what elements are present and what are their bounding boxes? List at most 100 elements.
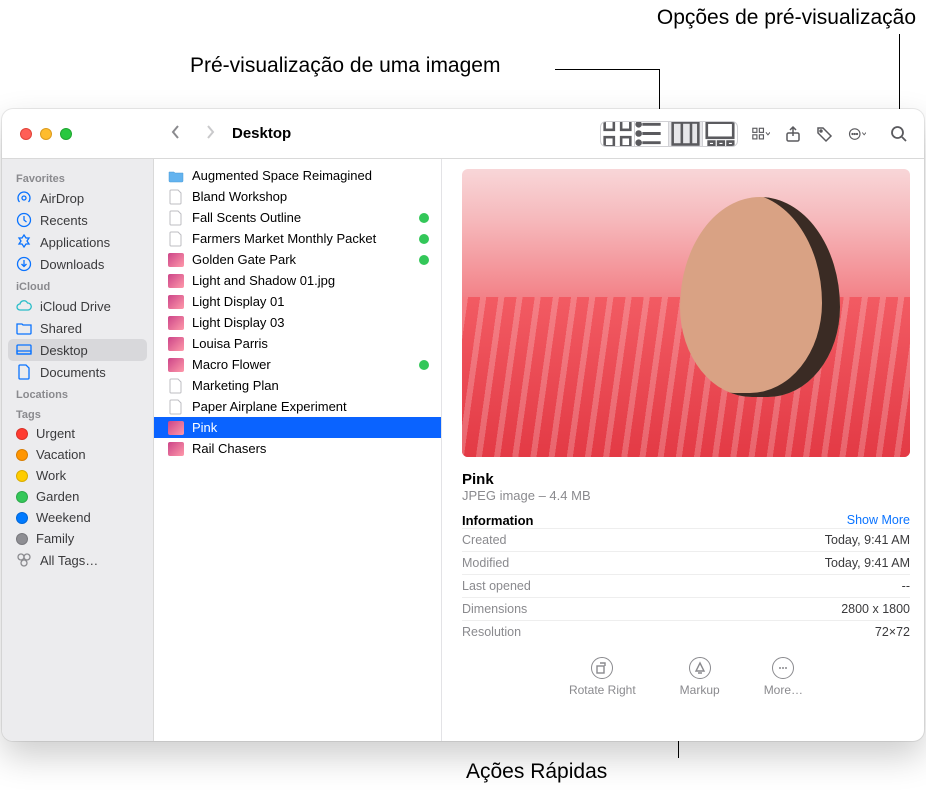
info-value: Today, 9:41 AM	[825, 533, 910, 547]
file-item[interactable]: Pink	[154, 417, 441, 438]
info-key: Dimensions	[462, 602, 527, 616]
sidebar-item-label: iCloud Drive	[40, 299, 111, 314]
file-name: Paper Airplane Experiment	[192, 399, 347, 414]
info-row: Last opened--	[462, 574, 910, 597]
view-columns[interactable]	[669, 122, 703, 146]
cloud-icon	[16, 298, 32, 314]
tag-green-icon	[419, 234, 429, 244]
image-icon	[168, 441, 184, 457]
sidebar-tag-item[interactable]: Urgent	[2, 423, 153, 444]
qa-rotate-right[interactable]: Rotate Right	[569, 657, 636, 697]
close-button[interactable]	[20, 128, 32, 140]
sidebar-item-label: Urgent	[36, 426, 75, 441]
file-name: Rail Chasers	[192, 441, 266, 456]
group-menu[interactable]	[752, 125, 770, 143]
info-row: Dimensions2800 x 1800	[462, 597, 910, 620]
share-button[interactable]	[784, 125, 802, 143]
file-item[interactable]: Paper Airplane Experiment	[154, 396, 441, 417]
sidebar-item-recents[interactable]: Recents	[2, 209, 153, 231]
image-icon	[168, 273, 184, 289]
file-name: Louisa Parris	[192, 336, 268, 351]
sidebar-item-documents[interactable]: Documents	[2, 361, 153, 383]
sidebar-tag-item[interactable]: Family	[2, 528, 153, 549]
sidebar-item-label: Recents	[40, 213, 88, 228]
sidebar-item-applications[interactable]: Applications	[2, 231, 153, 253]
info-value: Today, 9:41 AM	[825, 556, 910, 570]
window-title: Desktop	[232, 125, 291, 142]
view-icons[interactable]	[601, 122, 635, 146]
sidebar-tag-item[interactable]: Vacation	[2, 444, 153, 465]
file-name: Augmented Space Reimagined	[192, 168, 372, 183]
sidebar-header-tags: Tags	[2, 403, 153, 423]
sidebar-item-airdrop[interactable]: AirDrop	[2, 187, 153, 209]
sidebar-item-shared[interactable]: Shared	[2, 317, 153, 339]
action-menu[interactable]	[848, 125, 866, 143]
tag-green-icon	[419, 213, 429, 223]
info-row: Resolution72×72	[462, 620, 910, 643]
minimize-button[interactable]	[40, 128, 52, 140]
zoom-button[interactable]	[60, 128, 72, 140]
file-item[interactable]: Farmers Market Monthly Packet	[154, 228, 441, 249]
finder-window: Desktop Favorites AirDrop Recents Applic…	[2, 109, 924, 741]
file-item[interactable]: Light Display 03	[154, 312, 441, 333]
tag-dot-icon	[16, 512, 28, 524]
tag-green-icon	[419, 255, 429, 265]
forward-button[interactable]	[204, 124, 216, 143]
show-more-button[interactable]: Show More	[847, 513, 910, 528]
markup-icon	[689, 657, 711, 679]
sidebar-item-all-tags[interactable]: All Tags…	[2, 549, 153, 571]
sidebar-item-label: Shared	[40, 321, 82, 336]
view-list[interactable]	[635, 122, 669, 146]
file-item[interactable]: Fall Scents Outline	[154, 207, 441, 228]
file-item[interactable]: Augmented Space Reimagined	[154, 165, 441, 186]
more-icon	[772, 657, 794, 679]
info-key: Resolution	[462, 625, 521, 639]
doc-icon	[168, 399, 184, 415]
sidebar-item-icloud-drive[interactable]: iCloud Drive	[2, 295, 153, 317]
file-item[interactable]: Louisa Parris	[154, 333, 441, 354]
quick-actions: Rotate Right Markup More…	[462, 643, 910, 707]
sidebar-tag-item[interactable]: Work	[2, 465, 153, 486]
view-switcher	[600, 121, 738, 147]
file-item[interactable]: Light Display 01	[154, 291, 441, 312]
preview-image	[462, 169, 910, 457]
info-key: Last opened	[462, 579, 531, 593]
shared-folder-icon	[16, 320, 32, 336]
file-name: Farmers Market Monthly Packet	[192, 231, 376, 246]
back-button[interactable]	[170, 124, 182, 143]
sidebar-item-desktop[interactable]: Desktop	[8, 339, 147, 361]
search-button[interactable]	[890, 125, 908, 143]
sidebar-item-label: Vacation	[36, 447, 86, 462]
file-item[interactable]: Bland Workshop	[154, 186, 441, 207]
sidebar-tag-item[interactable]: Garden	[2, 486, 153, 507]
qa-markup[interactable]: Markup	[680, 657, 720, 697]
info-key: Created	[462, 533, 506, 547]
qa-label: More…	[764, 683, 803, 697]
view-gallery[interactable]	[703, 122, 737, 146]
rotate-icon	[591, 657, 613, 679]
callout-quickactions: Ações Rápidas	[466, 760, 607, 784]
downloads-icon	[16, 256, 32, 272]
callout-options: Opções de pré-visualização	[657, 6, 916, 30]
image-icon	[168, 294, 184, 310]
info-row: Created Today, 9:41 AM	[462, 528, 910, 551]
file-item[interactable]: Macro Flower	[154, 354, 441, 375]
preview-subtitle: JPEG image – 4.4 MB	[462, 488, 910, 503]
image-icon	[168, 252, 184, 268]
qa-more[interactable]: More…	[764, 657, 803, 697]
documents-icon	[16, 364, 32, 380]
sidebar-item-label: Downloads	[40, 257, 104, 272]
tags-button[interactable]	[816, 125, 834, 143]
file-item[interactable]: Marketing Plan	[154, 375, 441, 396]
sidebar-item-downloads[interactable]: Downloads	[2, 253, 153, 275]
info-header: Information	[462, 513, 534, 528]
tag-dot-icon	[16, 491, 28, 503]
info-row: Modified Today, 9:41 AM	[462, 551, 910, 574]
sidebar-tag-item[interactable]: Weekend	[2, 507, 153, 528]
info-key: Modified	[462, 556, 509, 570]
file-item[interactable]: Golden Gate Park	[154, 249, 441, 270]
image-icon	[168, 357, 184, 373]
doc-icon	[168, 210, 184, 226]
file-item[interactable]: Rail Chasers	[154, 438, 441, 459]
file-item[interactable]: Light and Shadow 01.jpg	[154, 270, 441, 291]
